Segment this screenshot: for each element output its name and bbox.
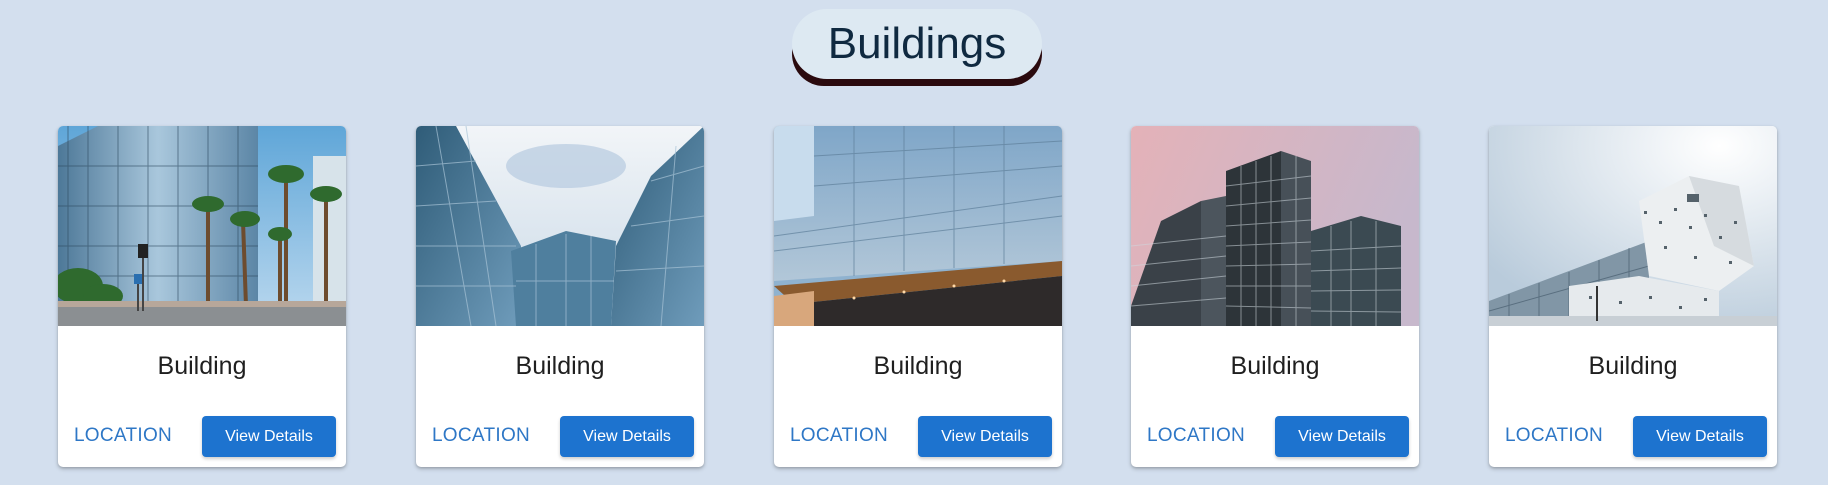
view-details-button[interactable]: View Details (918, 416, 1052, 457)
stepped-tower-photo (1131, 126, 1419, 326)
glass-highrise-photo (774, 126, 1062, 326)
card-title: Building (157, 352, 247, 380)
location-button[interactable]: LOCATION (428, 416, 534, 456)
view-details-button[interactable]: View Details (202, 416, 336, 457)
view-details-button[interactable]: View Details (560, 416, 694, 457)
location-button[interactable]: LOCATION (1501, 416, 1607, 456)
building-photo (416, 126, 704, 326)
card-title: Building (515, 352, 605, 380)
building-card: Building LOCATION View Details (1489, 126, 1777, 467)
white-building-photo (1489, 126, 1777, 326)
building-photo (1489, 126, 1777, 326)
building-card: Building LOCATION View Details (58, 126, 346, 467)
location-button[interactable]: LOCATION (1143, 416, 1249, 456)
view-details-button[interactable]: View Details (1633, 416, 1767, 457)
card-title: Building (1230, 352, 1320, 380)
building-photo (774, 126, 1062, 326)
page-title: Buildings (792, 9, 1042, 79)
building-photo (58, 126, 346, 326)
location-button[interactable]: LOCATION (70, 416, 176, 456)
building-card: Building LOCATION View Details (416, 126, 704, 467)
building-card: Building LOCATION View Details (774, 126, 1062, 467)
card-title: Building (1588, 352, 1678, 380)
view-details-button[interactable]: View Details (1275, 416, 1409, 457)
building-photo (1131, 126, 1419, 326)
location-button[interactable]: LOCATION (786, 416, 892, 456)
curved-glass-photo (416, 126, 704, 326)
card-title: Building (873, 352, 963, 380)
page-title-pill: Buildings (792, 9, 1042, 86)
building-card: Building LOCATION View Details (1131, 126, 1419, 467)
glass-office-photo (58, 126, 346, 326)
